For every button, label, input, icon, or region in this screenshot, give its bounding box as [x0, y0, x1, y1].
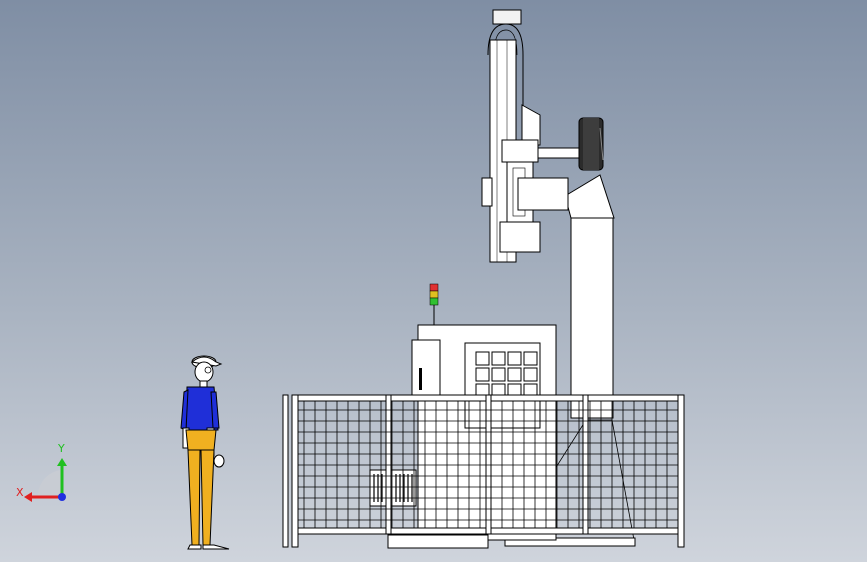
assembly-drawing	[24, 9, 685, 550]
z-axis-dot	[58, 493, 66, 501]
machine-tool	[369, 324, 557, 549]
y-axis-label: Y	[58, 442, 65, 455]
x-axis-label: X	[16, 486, 24, 499]
operator-figure	[180, 355, 230, 550]
axes-triad	[24, 458, 67, 502]
cad-viewport[interactable]: Y X	[0, 0, 867, 562]
signal-tower	[429, 283, 439, 325]
